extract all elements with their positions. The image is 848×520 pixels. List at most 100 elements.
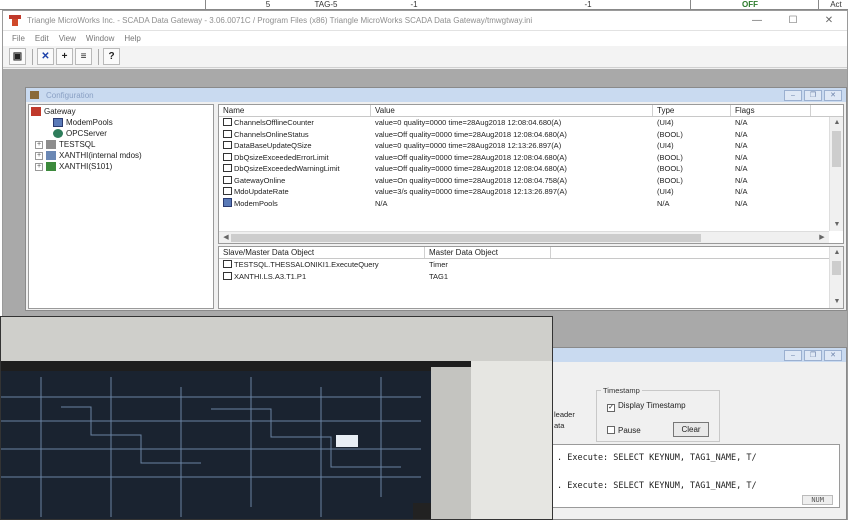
cell-name: ChannelsOnlineStatus: [234, 129, 309, 139]
column-header-type[interactable]: Type: [653, 105, 731, 116]
vertical-scrollbar[interactable]: ▲ ▼: [829, 247, 843, 308]
cell-name: DbQsizeExceededErrorLimit: [234, 152, 329, 162]
menu-help[interactable]: Help: [119, 34, 145, 43]
scroll-up-icon[interactable]: ▲: [830, 117, 843, 129]
menu-window[interactable]: Window: [81, 34, 119, 43]
table-row[interactable]: ChannelsOnlineStatus value=Off quality=00…: [219, 129, 843, 141]
configuration-title: Configuration: [46, 90, 94, 100]
mapping-row[interactable]: TESTSQL.THESSALONIKI1.ExecuteQuery Timer: [219, 259, 843, 271]
menu-file[interactable]: File: [7, 34, 30, 43]
gateway-icon: [31, 107, 41, 116]
toolbar-separator: [32, 48, 33, 65]
device-icon: [46, 162, 56, 171]
display-highlight: [336, 435, 358, 447]
child-restore-button[interactable]: ❐: [804, 89, 822, 101]
expand-icon[interactable]: +: [35, 140, 43, 149]
scroll-thumb[interactable]: [832, 131, 841, 167]
tree-item-testsql[interactable]: + TESTSQL: [35, 139, 95, 150]
tree-item-opcserver[interactable]: OPCServer: [53, 128, 107, 139]
table-cell: -1: [410, 0, 418, 9]
tree-item-gateway[interactable]: Gateway: [31, 106, 76, 117]
toolbar-separator: [98, 48, 99, 65]
cell-value: N/A: [375, 198, 388, 208]
configuration-icon: [30, 91, 39, 99]
cell-name: DataBaseUpdateQSize: [234, 141, 312, 151]
display-timestamp-checkbox[interactable]: ✓ Display Timestamp: [607, 401, 686, 412]
clear-button[interactable]: Clear: [673, 422, 709, 437]
child-restore-button[interactable]: ❐: [804, 349, 822, 361]
child-minimize-button[interactable]: –: [784, 349, 802, 361]
child-close-button[interactable]: ✕: [824, 349, 842, 361]
ceiling: [1, 317, 552, 367]
desk-item: [413, 503, 431, 519]
table-row[interactable]: DbQsizeExceededErrorLimit value=Off quali…: [219, 152, 843, 164]
tree-item-label: TESTSQL: [59, 140, 96, 149]
cell-flags: N/A: [735, 118, 748, 128]
wall-panel: [471, 361, 552, 519]
sql-icon: [46, 140, 56, 149]
properties-icon: ≡: [80, 51, 87, 62]
cell-type: (BOOL): [657, 175, 683, 185]
save-button[interactable]: ▣: [9, 48, 26, 65]
properties-button[interactable]: ≡: [75, 48, 92, 65]
cell-flags: N/A: [735, 187, 748, 197]
cell-name: MdoUpdateRate: [234, 187, 289, 197]
mapping-header: Slave/Master Data Object Master Data Obj…: [219, 247, 843, 259]
tree-item-modempools[interactable]: ModemPools: [53, 117, 113, 128]
cell-flags: N/A: [735, 141, 748, 151]
cell-flags: N/A: [735, 198, 748, 208]
vertical-scrollbar[interactable]: ▲ ▼: [829, 117, 843, 231]
scroll-down-icon[interactable]: ▼: [830, 219, 843, 231]
column-header-master[interactable]: Master Data Object: [425, 247, 551, 258]
title-bar[interactable]: Triangle MicroWorks Inc. - SCADA Data Ga…: [3, 11, 847, 31]
cell-value: value=0 quality=0000 time=28Aug2018 12:1…: [375, 141, 562, 151]
child-minimize-button[interactable]: –: [784, 89, 802, 101]
table-row[interactable]: ModemPools N/A N/A N/A: [219, 198, 843, 210]
scroll-thumb[interactable]: [231, 234, 701, 242]
child-close-button[interactable]: ✕: [824, 89, 842, 101]
data-object-icon: [223, 175, 232, 184]
delete-button[interactable]: ✕: [37, 48, 54, 65]
help-icon: ?: [108, 51, 115, 62]
scroll-thumb[interactable]: [832, 261, 841, 275]
help-button[interactable]: ?: [103, 48, 120, 65]
table-row[interactable]: ChannelsOfflineCounter value=0 quality=00…: [219, 117, 843, 129]
table-cell: -1: [584, 0, 592, 9]
minimize-button[interactable]: —: [739, 11, 775, 31]
scroll-down-icon[interactable]: ▼: [830, 296, 843, 308]
table-row[interactable]: DbQsizeExceededWarningLimit value=Off qua…: [219, 163, 843, 175]
column-header-flags[interactable]: Flags: [731, 105, 811, 116]
channel-icon: [46, 151, 56, 160]
menu-view[interactable]: View: [54, 34, 81, 43]
mapping-row[interactable]: XANTHI.LS.A3.T1.P1 TAG1: [219, 271, 843, 283]
column-header-value[interactable]: Value: [371, 105, 653, 116]
expand-icon[interactable]: +: [35, 151, 43, 160]
table-row[interactable]: DataBaseUpdateQSize value=0 quality=0000 …: [219, 140, 843, 152]
close-button[interactable]: ✕: [811, 11, 847, 31]
table-row[interactable]: MdoUpdateRate value=3/s quality=0000 time…: [219, 186, 843, 198]
table-row[interactable]: GatewayOnline value=On quality=0000 time=…: [219, 175, 843, 187]
pause-checkbox[interactable]: Pause: [607, 426, 641, 435]
column-header-name[interactable]: Name: [219, 105, 371, 116]
cell-type: (BOOL): [657, 164, 683, 174]
tree-item-xanthi-internal[interactable]: + XANTHI(internal mdos): [35, 150, 142, 161]
horizontal-scrollbar[interactable]: ◀ ▶: [219, 231, 829, 243]
table-cell-status: OFF: [742, 0, 758, 9]
display-wall-top: [1, 361, 471, 371]
scroll-right-icon[interactable]: ▶: [815, 232, 829, 243]
menu-edit[interactable]: Edit: [30, 34, 54, 43]
column-header-slave-master[interactable]: Slave/Master Data Object: [219, 247, 425, 258]
tree-item-xanthi-s101[interactable]: + XANTHI(S101): [35, 161, 112, 172]
timestamp-group: Timestamp ✓ Display Timestamp Pause Clear: [596, 386, 720, 442]
table-cell: Act: [830, 0, 842, 9]
scroll-up-icon[interactable]: ▲: [830, 247, 843, 259]
table-cell: TAG-5: [314, 0, 338, 9]
configuration-title-bar[interactable]: Configuration – ❐ ✕: [26, 88, 846, 102]
add-button[interactable]: +: [56, 48, 73, 65]
cell-value: value=3/s quality=0000 time=28Aug2018 12…: [375, 187, 568, 197]
maximize-button[interactable]: ☐: [775, 11, 811, 31]
list-rows: ChannelsOfflineCounter value=0 quality=00…: [219, 117, 843, 209]
expand-icon[interactable]: +: [35, 162, 43, 171]
data-object-list: Name Value Type Flags ChannelsOfflineCou…: [218, 104, 844, 244]
menu-bar: File Edit View Window Help: [3, 31, 847, 46]
